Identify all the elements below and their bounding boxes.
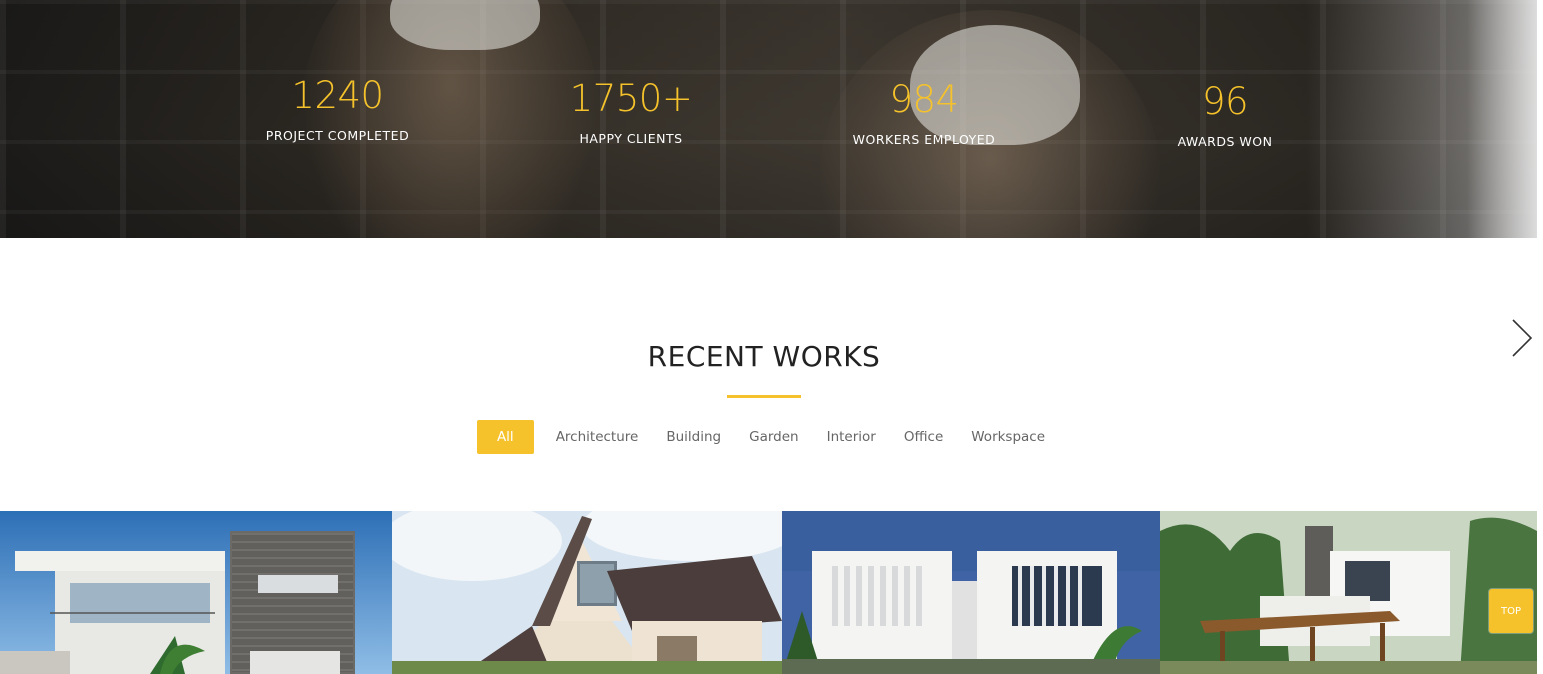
- filter-building[interactable]: Building: [660, 421, 727, 453]
- suburban-house-image: [392, 511, 782, 674]
- stat-number: 96: [1201, 79, 1249, 123]
- stat-number: 984: [889, 78, 959, 121]
- modern-building-image: [782, 511, 1160, 674]
- filter-garden[interactable]: Garden: [743, 421, 804, 453]
- recent-works-header: RECENT WORKS All Architecture Building G…: [374, 312, 1154, 495]
- section-title: RECENT WORKS: [647, 340, 881, 373]
- modern-house-image: [0, 511, 392, 674]
- filter-architecture[interactable]: Architecture: [550, 421, 645, 453]
- stat-workers-employed: 984 WORKERS EMPLOYED: [813, 47, 1035, 181]
- chevron-right-icon[interactable]: [1507, 316, 1537, 360]
- portfolio-item[interactable]: [1160, 511, 1537, 674]
- stat-awards-won: 96 AWARDS WON: [1150, 50, 1300, 181]
- stats-section: 1240 PROJECT COMPLETED 1750+ HAPPY CLIEN…: [0, 0, 1537, 238]
- filter-office[interactable]: Office: [898, 421, 949, 453]
- stat-label: AWARDS WON: [1177, 133, 1273, 149]
- edge-fade: [1467, 0, 1537, 238]
- stat-label: PROJECT COMPLETED: [265, 127, 410, 143]
- stat-happy-clients: 1750+ HAPPY CLIENTS: [546, 52, 716, 173]
- stat-number: 1750+: [569, 76, 693, 120]
- back-to-top-button[interactable]: TOP: [1489, 589, 1533, 633]
- filter-interior[interactable]: Interior: [821, 421, 882, 453]
- portfolio-gallery: [0, 511, 1537, 674]
- back-to-top-label: TOP: [1500, 605, 1521, 617]
- title-underline: [727, 395, 801, 398]
- filter-workspace[interactable]: Workspace: [965, 421, 1051, 453]
- stat-projects-completed: 1240 PROJECT COMPLETED: [226, 41, 449, 178]
- stat-label: WORKERS EMPLOYED: [852, 132, 996, 147]
- portfolio-filter-bar: All Architecture Building Garden Interio…: [476, 420, 1051, 454]
- portfolio-item[interactable]: [0, 511, 392, 674]
- forest-house-image: [1160, 511, 1537, 674]
- portfolio-item[interactable]: [782, 511, 1160, 674]
- portfolio-item[interactable]: [392, 511, 782, 674]
- filter-all[interactable]: All: [476, 420, 534, 454]
- stat-number: 1240: [291, 73, 384, 117]
- stat-label: HAPPY CLIENTS: [579, 130, 683, 146]
